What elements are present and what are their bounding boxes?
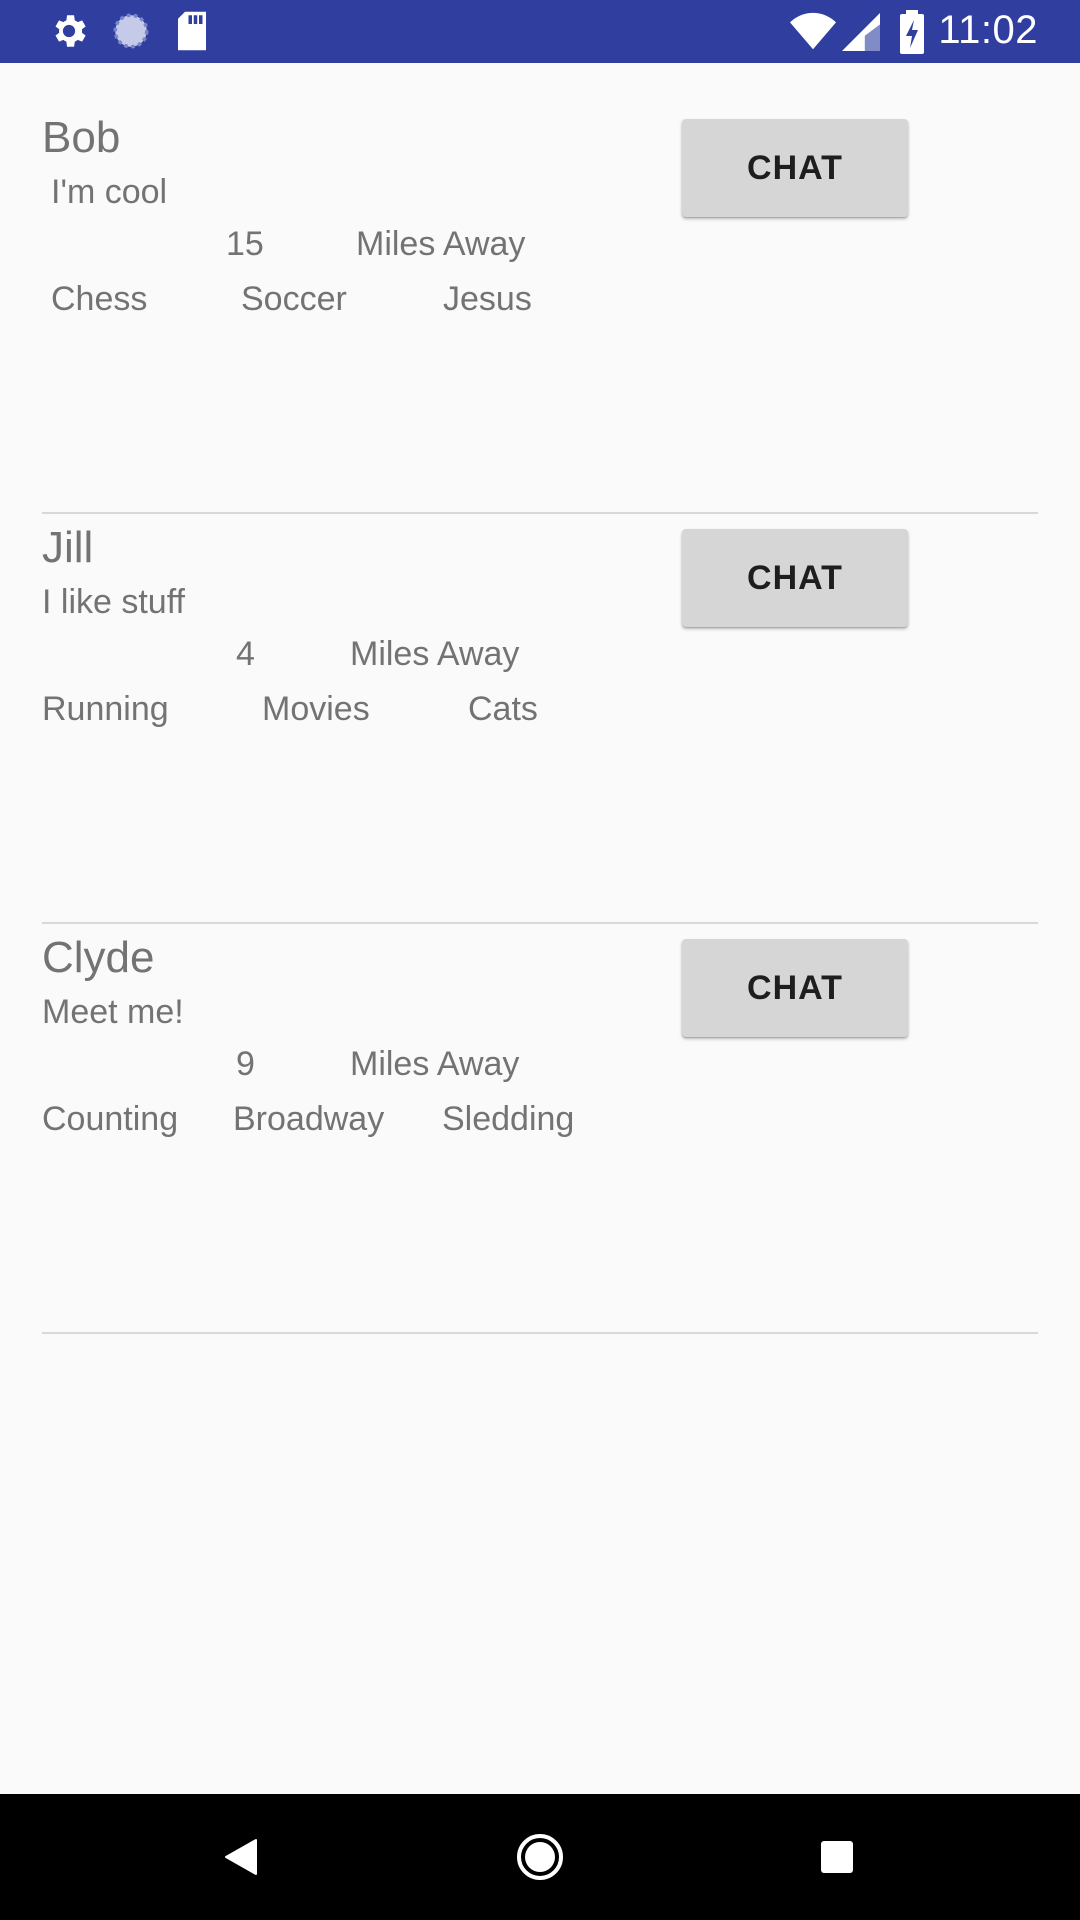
interest: Running xyxy=(42,690,169,728)
interest: Movies xyxy=(262,690,370,728)
distance-label: Miles Away xyxy=(356,225,526,263)
chat-button[interactable]: CHAT xyxy=(682,939,908,1037)
interest: Jesus xyxy=(443,280,532,318)
user-name: Jill xyxy=(42,523,94,572)
user-bio: I like stuff xyxy=(42,583,185,621)
navigation-bar xyxy=(0,1794,1080,1920)
list-item: Bob I'm cool 15 Miles Away Chess Soccer … xyxy=(0,63,1080,514)
status-bar: 11:02 xyxy=(0,0,1080,63)
list-item: Clyde Meet me! 9 Miles Away Counting Bro… xyxy=(0,923,1080,1334)
user-name: Bob xyxy=(42,113,121,162)
battery-charging-icon xyxy=(900,10,924,59)
chat-button[interactable]: CHAT xyxy=(682,119,908,217)
distance-label: Miles Away xyxy=(350,1045,520,1083)
interest: Broadway xyxy=(233,1100,385,1138)
status-time: 11:02 xyxy=(938,8,1038,52)
interest: Cats xyxy=(468,690,538,728)
distance-value: 4 xyxy=(236,635,255,673)
user-bio: I'm cool xyxy=(51,173,168,211)
interest: Counting xyxy=(42,1100,179,1138)
sync-icon xyxy=(110,10,152,57)
distance-value: 9 xyxy=(236,1045,255,1083)
user-bio: Meet me! xyxy=(42,993,184,1031)
recents-icon[interactable] xyxy=(767,1794,907,1920)
chat-button[interactable]: CHAT xyxy=(682,529,908,627)
wifi-icon xyxy=(790,12,836,57)
distance-value: 15 xyxy=(226,225,264,263)
divider xyxy=(42,1332,1038,1334)
interest: Sledding xyxy=(442,1100,575,1138)
signal-icon xyxy=(842,12,880,57)
list-item: Jill I like stuff 4 Miles Away Running M… xyxy=(0,513,1080,924)
back-icon[interactable] xyxy=(171,1794,311,1920)
home-icon[interactable] xyxy=(470,1794,610,1920)
interest: Soccer xyxy=(241,280,347,318)
user-name: Clyde xyxy=(42,933,155,982)
distance-label: Miles Away xyxy=(350,635,520,673)
interest: Chess xyxy=(51,280,148,318)
settings-icon xyxy=(48,10,90,57)
sd-card-icon xyxy=(174,10,210,57)
